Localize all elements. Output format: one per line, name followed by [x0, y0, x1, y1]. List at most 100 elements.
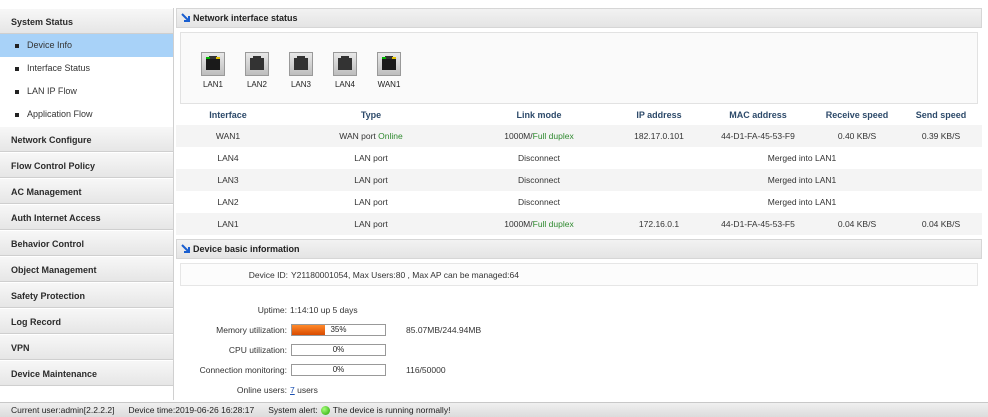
- cell-mac: 44-D1-FA-45-53-F9: [702, 125, 814, 147]
- sidebar-item-interface-status[interactable]: Interface Status: [0, 57, 173, 80]
- cell-type: LAN port: [280, 213, 462, 235]
- device-id-label: Device ID:: [248, 269, 288, 280]
- cell-type: LAN port: [354, 197, 388, 207]
- device-time: Device time:2019-06-26 16:28:17: [128, 405, 255, 415]
- sidebar-section-vpn[interactable]: VPN: [0, 334, 173, 360]
- cell-link-mode: 1000M/Full duplex: [462, 213, 616, 235]
- column-header: Type: [360, 109, 382, 120]
- device-panel-title: Device basic information: [193, 244, 300, 254]
- sidebar-item-device-info[interactable]: Device Info: [0, 34, 173, 57]
- table-row: LAN2 LAN port Disconnect Merged into LAN…: [176, 191, 982, 213]
- cell-tx: 0.04 KB/S: [900, 213, 982, 235]
- table-row: LAN3 LAN port Disconnect Merged into LAN…: [176, 169, 982, 191]
- uptime-label: Uptime:: [257, 305, 287, 315]
- cell-merged: Merged into LAN1: [767, 197, 837, 207]
- cell-interface: WAN1: [176, 125, 280, 147]
- network-panel-title: Network interface status: [193, 13, 298, 23]
- table-row: WAN1 WAN port Online 1000M/Full duplex 1…: [176, 125, 982, 147]
- column-header: MAC address: [729, 109, 787, 120]
- column-header: Send speed: [915, 109, 967, 120]
- port-label: LAN3: [290, 80, 311, 89]
- device-id-value: Y21180001054, Max Users:80 , Max AP can …: [291, 269, 519, 280]
- port-lan4-icon[interactable]: [333, 52, 357, 76]
- cell-type: LAN port: [354, 153, 388, 163]
- uptime-value: 1:14:10 up 5 days: [290, 305, 358, 315]
- arrow-down-right-icon: [181, 13, 190, 22]
- cell-ip: 172.16.0.1: [616, 213, 702, 235]
- column-header: IP address: [636, 109, 682, 120]
- port-panel: LAN1 LAN2 LAN3 LAN4 WAN1: [180, 32, 978, 104]
- sidebar-section-ac-management[interactable]: AC Management: [0, 178, 173, 204]
- port-label: LAN1: [202, 80, 223, 89]
- system-alert-label: System alert:: [268, 405, 318, 415]
- online-users-label: Online users:: [236, 385, 287, 395]
- status-bar: Current user:admin[2.2.2.2] Device time:…: [0, 402, 988, 417]
- sidebar-section-safety-protection[interactable]: Safety Protection: [0, 282, 173, 308]
- main-content: Network interface status LAN1 LAN2 LAN3 …: [176, 8, 982, 400]
- cpu-percent: 0%: [332, 345, 345, 354]
- cell-interface: LAN3: [176, 169, 280, 191]
- sidebar-section-auth-internet-access[interactable]: Auth Internet Access: [0, 204, 173, 230]
- sidebar-item-application-flow[interactable]: Application Flow: [0, 103, 173, 126]
- cell-type: WAN port Online: [280, 125, 462, 147]
- sidebar-section-device-maintenance[interactable]: Device Maintenance: [0, 360, 173, 386]
- network-panel-header: Network interface status: [176, 8, 982, 28]
- cell-type: LAN port: [280, 169, 462, 191]
- column-header: Link mode: [516, 109, 562, 120]
- sidebar: System Status Device Info Interface Stat…: [0, 8, 174, 400]
- connection-percent: 0%: [332, 365, 345, 374]
- sidebar-section-flow-control-policy[interactable]: Flow Control Policy: [0, 152, 173, 178]
- cell-rx: 0.04 KB/S: [814, 213, 900, 235]
- status-ok-icon: [320, 405, 330, 415]
- cpu-progress-bar: 0%: [291, 344, 386, 356]
- cell-mac: 44-D1-FA-45-53-F5: [702, 213, 814, 235]
- device-info: Device ID: Y21180001054, Max Users:80 , …: [180, 263, 978, 400]
- connection-row: Connection monitoring: 0% 116/50000: [180, 360, 978, 380]
- sidebar-section-log-record[interactable]: Log Record: [0, 308, 173, 334]
- cell-ip: 182.17.0.101: [616, 125, 702, 147]
- cpu-row: CPU utilization: 0%: [180, 340, 978, 360]
- system-alert-text: The device is running normally!: [332, 405, 451, 415]
- cell-link-mode: Disconnect: [517, 197, 561, 207]
- cell-tx: 0.39 KB/S: [900, 125, 982, 147]
- sidebar-section-object-management[interactable]: Object Management: [0, 256, 173, 282]
- memory-label: Memory utilization:: [216, 325, 287, 335]
- port-label: WAN1: [377, 80, 401, 89]
- uptime-row: Uptime: 1:14:10 up 5 days: [180, 300, 978, 320]
- column-header: Receive speed: [825, 109, 889, 120]
- memory-note: 85.07MB/244.94MB: [406, 325, 482, 335]
- port-label: LAN2: [246, 80, 267, 89]
- online-users-row: Online users: 7 users: [180, 380, 978, 400]
- sidebar-section-system-status[interactable]: System Status: [0, 8, 173, 34]
- port-lan1-icon[interactable]: [201, 52, 225, 76]
- cell-rx: 0.40 KB/S: [814, 125, 900, 147]
- memory-percent: 35%: [330, 325, 347, 334]
- memory-row: Memory utilization: 35% 85.07MB/244.94MB: [180, 320, 978, 340]
- connection-progress-bar: 0%: [291, 364, 386, 376]
- device-panel-header: Device basic information: [176, 239, 982, 259]
- column-header: Interface: [209, 109, 247, 120]
- current-user: Current user:admin[2.2.2.2]: [11, 405, 115, 415]
- sidebar-item-lan-ip-flow[interactable]: LAN IP Flow: [0, 80, 173, 103]
- cell-link-mode: Disconnect: [517, 153, 561, 163]
- interface-table: Interface Type Link mode IP address MAC …: [176, 104, 982, 235]
- cpu-label: CPU utilization:: [228, 345, 287, 355]
- device-id-row: Device ID: Y21180001054, Max Users:80 , …: [180, 263, 978, 286]
- cell-interface: LAN2: [217, 197, 239, 207]
- port-wan1-icon[interactable]: [377, 52, 401, 76]
- cell-link-mode: 1000M/Full duplex: [462, 125, 616, 147]
- table-row: LAN4 LAN port Disconnect Merged into LAN…: [176, 147, 982, 169]
- cell-interface: LAN1: [176, 213, 280, 235]
- sidebar-section-network-configure[interactable]: Network Configure: [0, 126, 173, 152]
- connection-note: 116/50000: [406, 365, 446, 375]
- online-users-suffix: users: [294, 385, 318, 395]
- cell-merged: Merged into LAN1: [767, 153, 837, 163]
- port-lan3-icon[interactable]: [289, 52, 313, 76]
- port-label: LAN4: [334, 80, 355, 89]
- port-lan2-icon[interactable]: [245, 52, 269, 76]
- cell-interface: LAN4: [217, 153, 239, 163]
- sidebar-section-behavior-control[interactable]: Behavior Control: [0, 230, 173, 256]
- cell-merged: Merged into LAN1: [616, 169, 982, 191]
- cell-link-mode: Disconnect: [462, 169, 616, 191]
- table-header-row: Interface Type Link mode IP address MAC …: [176, 104, 982, 125]
